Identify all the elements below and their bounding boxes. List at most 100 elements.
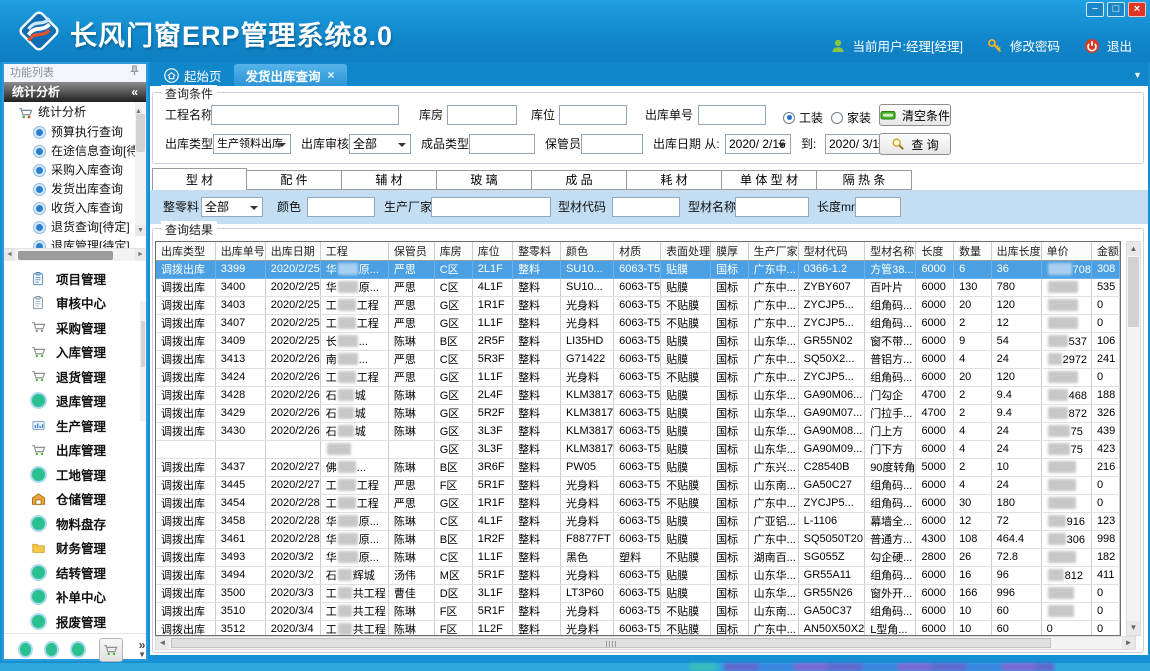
menu-scrollbar[interactable] — [140, 301, 146, 421]
table-row[interactable]: 调拨出库34582020/2/28华原...陈琳C区4L1F整料光身料6063-… — [156, 512, 1120, 530]
table-row[interactable]: 调拨出库34612020/2/28华原...陈琳B区1R2F整料F8877FT6… — [156, 530, 1120, 548]
sidebar-item-13[interactable]: 补单中心 — [4, 585, 146, 610]
table-row[interactable]: 调拨出库34242020/2/26工工程严思G区1L1F整料光身料6063-T5… — [156, 368, 1120, 386]
tab-home[interactable]: 起始页 — [152, 64, 234, 86]
table-row[interactable]: G区3L3F整料KLM38176063-T5贴膜国标山东华...GA90M09.… — [156, 440, 1120, 458]
sidebar-item-9[interactable]: 仓储管理 — [4, 487, 146, 512]
table-row[interactable]: 调拨出库35002020/3/3工共工程曹佳D区3L1F整料LT3P606063… — [156, 584, 1120, 602]
material-tab-5[interactable]: 耗 材 — [627, 170, 722, 190]
quick-circle-icon[interactable] — [20, 643, 31, 656]
material-tab-0[interactable]: 型 材 — [152, 168, 247, 190]
column-header[interactable]: 出库长度 — [991, 242, 1041, 260]
manufacturer-input[interactable] — [431, 197, 551, 217]
scroll-left-icon[interactable]: ◄ — [4, 249, 15, 261]
scroll-down-icon[interactable]: ▼ — [135, 225, 146, 236]
search-button[interactable]: 查 询 — [879, 133, 951, 155]
table-row[interactable]: 调拨出库35122020/3/4工共工程陈琳F区1L2F整料光身料6063-T5… — [156, 620, 1120, 636]
tree-h-scrollbar[interactable]: ◄ ► — [4, 248, 146, 261]
radio-industrial[interactable]: 工装 — [783, 109, 823, 126]
tree-v-scroll-thumb[interactable] — [136, 114, 145, 152]
project-name-input[interactable] — [211, 105, 399, 125]
grid-v-scrollbar[interactable]: ▲ ▼ — [1126, 241, 1141, 636]
material-tab-7[interactable]: 隔 热 条 — [817, 170, 912, 190]
sidebar-item-8[interactable]: 工地管理 — [4, 462, 146, 487]
tree-item[interactable]: 预算执行查询 — [4, 123, 146, 142]
sidebar-item-0[interactable]: 项目管理 — [4, 266, 146, 291]
stats-section-header[interactable]: 统计分析 « — [4, 82, 146, 102]
logout-link[interactable]: 退出 — [1107, 36, 1132, 55]
table-row[interactable]: 调拨出库34032020/2/25工工程严思G区1R1F整料光身料6063-T5… — [156, 296, 1120, 314]
tab-shipping-outbound-query[interactable]: 发货出库查询× — [234, 64, 347, 86]
tree-root-stats[interactable]: 统计分析 — [4, 102, 146, 123]
sidebar-item-11[interactable]: 财务管理 — [4, 536, 146, 561]
cart-quick-button[interactable] — [99, 638, 123, 662]
column-header[interactable]: 数量 — [954, 242, 992, 260]
material-tab-1[interactable]: 配 件 — [247, 170, 342, 190]
h-scroll-thumb[interactable] — [171, 638, 1051, 648]
v-scroll-thumb[interactable] — [1128, 257, 1139, 327]
maximize-button[interactable]: □ — [1107, 2, 1125, 17]
tree-item[interactable]: 收货入库查询 — [4, 199, 146, 218]
table-row[interactable]: 调拨出库34942020/3/2石辉城汤伟M区5R1F整料光身料6063-T5贴… — [156, 566, 1120, 584]
keeper-input[interactable] — [581, 134, 643, 154]
length-input[interactable] — [855, 197, 901, 217]
column-header[interactable]: 出库类型 — [156, 242, 215, 260]
column-header[interactable]: 材质 — [614, 242, 661, 260]
table-row[interactable]: 调拨出库34542020/2/28工工程严思G区1R1F整料光身料6063-T5… — [156, 494, 1120, 512]
quick-circle-icon[interactable] — [72, 643, 83, 656]
table-row[interactable]: 调拨出库34132020/2/26南...严思C区5R3F整料G71422606… — [156, 350, 1120, 368]
sidebar-item-1[interactable]: 审核中心 — [4, 291, 146, 316]
more-chevron-icon[interactable]: »▼ — [138, 640, 146, 660]
column-header[interactable]: 膜厚 — [711, 242, 749, 260]
product-type-input[interactable] — [469, 134, 535, 154]
pin-icon[interactable] — [129, 64, 140, 82]
scroll-right-icon[interactable]: ► — [135, 249, 146, 261]
tree-item[interactable]: 采购入库查询 — [4, 161, 146, 180]
column-header[interactable]: 长度 — [916, 242, 954, 260]
column-header[interactable]: 保管员 — [388, 242, 434, 260]
table-row[interactable]: 调拨出库34372020/2/27佛...陈琳B区3R6F整料PW056063-… — [156, 458, 1120, 476]
sidebar-item-4[interactable]: 退货管理 — [4, 364, 146, 389]
tree-v-scrollbar[interactable]: ▲▼ — [135, 102, 146, 236]
column-header[interactable]: 颜色 — [561, 242, 614, 260]
material-tab-6[interactable]: 单 体 型 材 — [722, 170, 817, 190]
tree-item[interactable]: 在途信息查询[待 — [4, 142, 146, 161]
tree-item[interactable]: 退货查询[待定] — [4, 218, 146, 237]
table-row[interactable]: 调拨出库34932020/3/2华原...陈琳C区1L1F整料黑色塑料不贴膜国标… — [156, 548, 1120, 566]
column-header[interactable]: 工程 — [320, 242, 388, 260]
close-button[interactable]: × — [1128, 2, 1146, 17]
sidebar-item-10[interactable]: 物料盘存 — [4, 511, 146, 536]
table-row[interactable]: 调拨出库34302020/2/26石城陈琳G区3L3F整料KLM38176063… — [156, 422, 1120, 440]
table-row[interactable]: 调拨出库34282020/2/26石城陈琳G区2L4F整料KLM38176063… — [156, 386, 1120, 404]
sidebar-item-3[interactable]: 入库管理 — [4, 340, 146, 365]
scroll-down-icon[interactable]: ▼ — [1127, 621, 1140, 635]
quick-circle-icon[interactable] — [46, 643, 57, 656]
whole-part-select[interactable]: 全部 — [201, 197, 263, 217]
table-row[interactable]: 调拨出库35102020/3/4工共工程陈琳F区5R1F整料光身料6063-T5… — [156, 602, 1120, 620]
collapse-icon[interactable]: « — [131, 82, 138, 102]
scroll-left-icon[interactable]: ◄ — [156, 637, 169, 649]
column-header[interactable]: 库房 — [434, 242, 472, 260]
column-header[interactable]: 金额 — [1091, 242, 1119, 260]
tree-item[interactable]: 退库管理[待定] — [4, 237, 146, 248]
table-row[interactable]: 调拨出库34002020/2/25华原...严思C区4L1F整料SU10...6… — [156, 278, 1120, 296]
column-header[interactable]: 库位 — [472, 242, 512, 260]
sidebar-item-12[interactable]: 结转管理 — [4, 560, 146, 585]
tree-h-scroll-thumb[interactable] — [18, 251, 113, 260]
column-header[interactable]: 出库单号 — [215, 242, 265, 260]
table-row[interactable]: 调拨出库33992020/2/25华原...严思C区2L1F整料SU10...6… — [156, 260, 1120, 278]
radio-home[interactable]: 家装 — [831, 109, 871, 126]
sidebar-item-7[interactable]: 出库管理 — [4, 438, 146, 463]
column-header[interactable]: 单价 — [1041, 242, 1091, 260]
material-tab-4[interactable]: 成 品 — [532, 170, 627, 190]
sidebar-item-6[interactable]: 生产管理 — [4, 413, 146, 438]
warehouse-input[interactable] — [447, 105, 517, 125]
tab-list-dropdown-icon[interactable]: ▼ — [1133, 70, 1142, 80]
grid-h-scrollbar[interactable]: ◄ ► — [155, 636, 1136, 650]
material-tab-3[interactable]: 玻 璃 — [437, 170, 532, 190]
table-row[interactable]: 调拨出库34072020/2/25工工程严思G区1L1F整料光身料6063-T5… — [156, 314, 1120, 332]
column-header[interactable]: 生产厂家 — [748, 242, 798, 260]
table-row[interactable]: 调拨出库34452020/2/27工工程严思F区5R1F整料光身料6063-T5… — [156, 476, 1120, 494]
scroll-up-icon[interactable]: ▲ — [1127, 242, 1140, 256]
column-header[interactable]: 整零料 — [513, 242, 561, 260]
